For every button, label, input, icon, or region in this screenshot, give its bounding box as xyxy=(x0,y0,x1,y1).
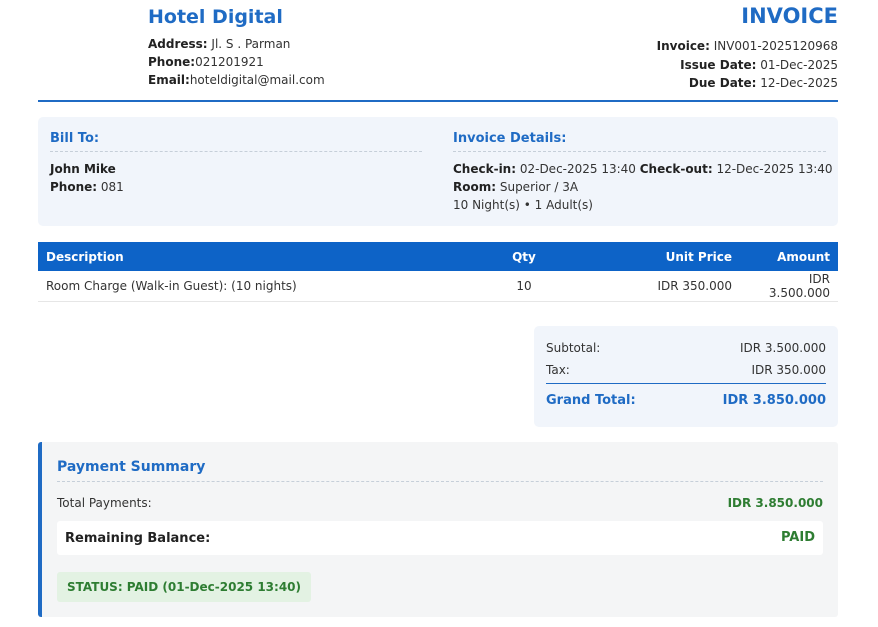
col-qty: Qty xyxy=(474,242,574,271)
status-badge: STATUS: PAID (01-Dec-2025 13:40) xyxy=(57,572,311,602)
invoice-due-date: Due Date: 12-Dec-2025 xyxy=(688,76,838,90)
remaining-balance-value: PAID xyxy=(780,530,815,545)
invoice-title: INVOICE xyxy=(741,4,838,28)
tax-row: Tax: IDR 350.000 xyxy=(546,363,826,377)
totals-divider xyxy=(546,383,826,384)
table-header-row: Description Qty Unit Price Amount xyxy=(38,242,838,271)
room-info: Room: Superior / 3A xyxy=(453,180,579,194)
invoice-number: Invoice: INV001-2025120968 xyxy=(656,39,838,53)
bill-to-details: John Mike Phone: 081 xyxy=(50,160,124,196)
grand-total-row: Grand Total: IDR 3.850.000 xyxy=(546,393,826,408)
grand-total-value: IDR 3.850.000 xyxy=(722,393,826,408)
total-payments-label: Total Payments: xyxy=(57,496,152,510)
item-qty: 10 xyxy=(474,271,574,302)
bill-to-divider xyxy=(50,151,422,152)
item-unit-price: IDR 350.000 xyxy=(574,271,740,302)
hotel-address: Address: Jl. S . Parman xyxy=(148,37,291,51)
totals-box: Subtotal: IDR 3.500.000 Tax: IDR 350.000… xyxy=(534,326,838,427)
payment-summary: Payment Summary Total Payments: IDR 3.85… xyxy=(38,442,838,617)
info-panel: Bill To: John Mike Phone: 081 Invoice De… xyxy=(38,117,838,226)
col-amount: Amount xyxy=(740,242,838,271)
bill-to-title: Bill To: xyxy=(50,131,100,146)
col-description: Description xyxy=(38,242,474,271)
item-description: Room Charge (Walk-in Guest): (10 nights) xyxy=(38,271,474,302)
invoice-details: Check-in: 02-Dec-2025 13:40 Check-out: 1… xyxy=(453,160,833,214)
table-row: Room Charge (Walk-in Guest): (10 nights)… xyxy=(38,271,838,302)
payment-summary-divider xyxy=(57,481,823,482)
hotel-phone: Phone:021201921 xyxy=(148,55,264,69)
invoice-details-title: Invoice Details: xyxy=(453,131,567,146)
hotel-name: Hotel Digital xyxy=(148,6,283,28)
grand-total-label: Grand Total: xyxy=(546,393,636,408)
subtotal-row: Subtotal: IDR 3.500.000 xyxy=(546,341,826,355)
header-divider xyxy=(38,100,838,102)
hotel-email: Email:hoteldigital@mail.com xyxy=(148,73,325,87)
item-amount: IDR 3.500.000 xyxy=(740,271,838,302)
customer-phone: Phone: 081 xyxy=(50,180,124,194)
invoice-meta: Invoice: INV001-2025120968 Issue Date: 0… xyxy=(657,37,838,93)
total-payments-value: IDR 3.850.000 xyxy=(727,496,823,510)
remaining-balance-row: Remaining Balance: PAID xyxy=(57,521,823,555)
payment-summary-title: Payment Summary xyxy=(57,459,206,475)
tax-label: Tax: xyxy=(546,363,570,377)
col-unit-price: Unit Price xyxy=(574,242,740,271)
remaining-balance-label: Remaining Balance: xyxy=(65,531,211,546)
stay-dates: Check-in: 02-Dec-2025 13:40 Check-out: 1… xyxy=(453,162,833,176)
tax-value: IDR 350.000 xyxy=(751,363,826,377)
stay-summary: 10 Night(s) • 1 Adult(s) xyxy=(453,198,593,212)
subtotal-label: Subtotal: xyxy=(546,341,601,355)
invoice-details-divider xyxy=(453,151,826,152)
items-table: Description Qty Unit Price Amount Room C… xyxy=(38,242,838,302)
subtotal-value: IDR 3.500.000 xyxy=(739,341,826,355)
customer-name: John Mike xyxy=(50,162,116,176)
hotel-info: Address: Jl. S . Parman Phone:021201921 … xyxy=(148,35,325,89)
invoice-issue-date: Issue Date: 01-Dec-2025 xyxy=(680,57,838,72)
